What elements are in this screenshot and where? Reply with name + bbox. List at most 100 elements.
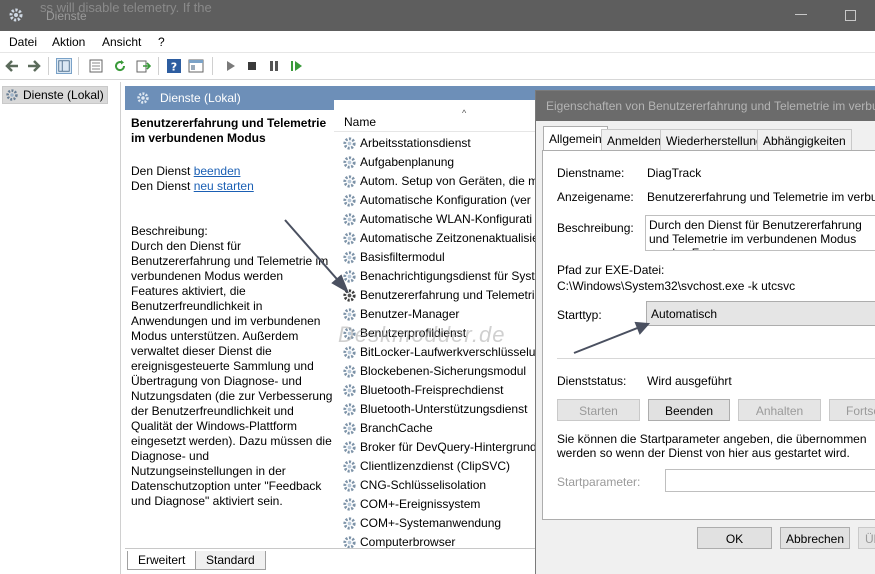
service-name: Benutzererfahrung und Telemetri <box>360 288 535 302</box>
column-name-label: Name <box>344 115 377 129</box>
restart-line: Den Dienst neu starten <box>131 179 254 193</box>
description-field[interactable]: Durch den Dienst für Benutzererfahrung u… <box>645 215 875 251</box>
service-gear-icon <box>343 156 356 169</box>
tab-abhaengigkeiten[interactable]: Abhängigkeiten <box>757 129 852 151</box>
service-gear-icon <box>343 384 356 397</box>
restart-service-icon[interactable] <box>288 58 304 74</box>
service-row[interactable]: Benutzererfahrung und Telemetri <box>340 286 554 305</box>
view-icon[interactable] <box>188 58 204 74</box>
stop-button[interactable]: Beenden <box>648 399 730 421</box>
description-label: Beschreibung: <box>557 221 634 235</box>
cancel-button[interactable]: Abbrechen <box>780 527 850 549</box>
service-gear-icon <box>343 251 356 264</box>
tab-allgemein[interactable]: Allgemein <box>543 126 608 151</box>
description-text: Durch den Dienst für Benutzererfahrung u… <box>131 239 333 508</box>
status-label: Dienststatus: <box>557 374 627 388</box>
maximize-button[interactable] <box>845 10 856 21</box>
service-row[interactable]: Automatische Konfiguration (ver <box>340 191 554 210</box>
resume-button[interactable]: Fortse <box>829 399 875 421</box>
service-row[interactable]: BranchCache <box>340 419 554 438</box>
service-row[interactable]: Blockebenen-Sicherungsmodul <box>340 362 554 381</box>
service-row[interactable]: COM+-Ereignissystem <box>340 495 554 514</box>
menu-ansicht[interactable]: Ansicht <box>102 35 141 49</box>
stop-service-icon[interactable] <box>244 58 260 74</box>
service-row[interactable]: Broker für DevQuery-Hintergrund <box>340 438 554 457</box>
service-name: BranchCache <box>360 421 433 435</box>
start-service-icon[interactable] <box>222 58 238 74</box>
stop-service-link[interactable]: beenden <box>194 164 241 178</box>
service-row[interactable]: Benachrichtigungsdienst für Syste <box>340 267 554 286</box>
back-icon[interactable] <box>4 58 20 74</box>
gear-icon <box>137 92 149 104</box>
extended-view: Benutzererfahrung und Telemetrie im verb… <box>125 110 334 548</box>
service-row[interactable]: Aufgabenplanung <box>340 153 554 172</box>
service-name: Computerbrowser <box>360 535 456 549</box>
tab-erweitert[interactable]: Erweitert <box>127 551 197 570</box>
service-gear-icon <box>343 517 356 530</box>
apply-button[interactable]: Üb <box>858 527 875 549</box>
service-gear-icon <box>343 479 356 492</box>
menu-datei[interactable]: Datei <box>9 35 37 49</box>
title-bar: ss will disable telemetry. If the Dienst… <box>0 0 875 31</box>
ok-button[interactable]: OK <box>697 527 772 549</box>
service-gear-icon <box>343 308 356 321</box>
properties-dialog: Eigenschaften von Benutzererfahrung und … <box>535 90 875 574</box>
service-row[interactable]: Clientlizenzdienst (ClipSVC) <box>340 457 554 476</box>
service-name: CNG-Schlüsselisolation <box>360 478 487 492</box>
exe-path-label: Pfad zur EXE-Datei: <box>557 263 665 277</box>
service-gear-icon <box>343 460 356 473</box>
service-name: Automatische WLAN-Konfigurati <box>360 212 533 226</box>
watermark: Deskmodder.de <box>338 322 506 347</box>
service-gear-icon <box>343 213 356 226</box>
help-icon[interactable]: ? <box>166 58 182 74</box>
service-row[interactable]: Bluetooth-Freisprechdienst <box>340 381 554 400</box>
start-type-label: Starttyp: <box>557 308 602 322</box>
window-title: Dienste <box>46 9 87 23</box>
tree-item-services-local[interactable]: Dienste (Lokal) <box>2 86 108 104</box>
service-name: Blockebenen-Sicherungsmodul <box>360 364 527 378</box>
service-row[interactable]: Basisfiltermodul <box>340 248 554 267</box>
start-params-note: Sie können die Startparameter angeben, d… <box>557 432 867 460</box>
start-params-label: Startparameter: <box>557 475 641 489</box>
service-gear-icon <box>343 175 356 188</box>
start-button[interactable]: Starten <box>557 399 640 421</box>
console-tree-icon[interactable] <box>56 58 72 74</box>
service-gear-icon <box>343 498 356 511</box>
forward-icon[interactable] <box>26 58 42 74</box>
tab-wiederherstellung[interactable]: Wiederherstellung <box>660 129 769 151</box>
tab-standard[interactable]: Standard <box>195 551 266 570</box>
service-row[interactable]: Autom. Setup von Geräten, die m <box>340 172 554 191</box>
stop-line: Den Dienst beenden <box>131 164 241 178</box>
restart-service-link[interactable]: neu starten <box>194 179 254 193</box>
pause-button[interactable]: Anhalten <box>738 399 821 421</box>
service-name: Bluetooth-Unterstützungsdienst <box>360 402 528 416</box>
minimize-button[interactable] <box>795 14 807 15</box>
service-row[interactable]: COM+-Systemanwendung <box>340 514 554 533</box>
service-name-value: DiagTrack <box>647 166 702 180</box>
start-params-input[interactable] <box>665 469 875 492</box>
menu-aktion[interactable]: Aktion <box>52 35 85 49</box>
display-name-label: Anzeigename: <box>557 190 634 204</box>
service-row[interactable]: Bluetooth-Unterstützungsdienst <box>340 400 554 419</box>
service-title: Benutzererfahrung und Telemetrie im verb… <box>131 116 327 145</box>
refresh-icon[interactable] <box>112 58 128 74</box>
status-value: Wird ausgeführt <box>647 374 732 388</box>
start-type-select[interactable]: Automatisch <box>646 301 875 326</box>
pause-service-icon[interactable] <box>266 58 282 74</box>
service-row[interactable]: Automatische WLAN-Konfigurati <box>340 210 554 229</box>
service-row[interactable]: CNG-Schlüsselisolation <box>340 476 554 495</box>
separator <box>557 358 875 359</box>
service-gear-icon <box>343 403 356 416</box>
view-tabs: Erweitert Standard <box>125 548 545 570</box>
service-row[interactable]: Automatische Zeitzonenaktualisie <box>340 229 554 248</box>
service-gear-icon <box>343 289 356 302</box>
service-gear-icon <box>343 194 356 207</box>
column-header-name[interactable]: ^ Name <box>334 108 554 132</box>
tab-anmelden[interactable]: Anmelden <box>601 129 668 151</box>
console-tree: Dienste (Lokal) <box>0 82 121 574</box>
service-row[interactable]: Arbeitsstationsdienst <box>340 134 554 153</box>
menu-help[interactable]: ? <box>158 35 165 49</box>
properties-icon[interactable] <box>88 58 104 74</box>
export-icon[interactable] <box>135 58 151 74</box>
service-gear-icon <box>343 441 356 454</box>
